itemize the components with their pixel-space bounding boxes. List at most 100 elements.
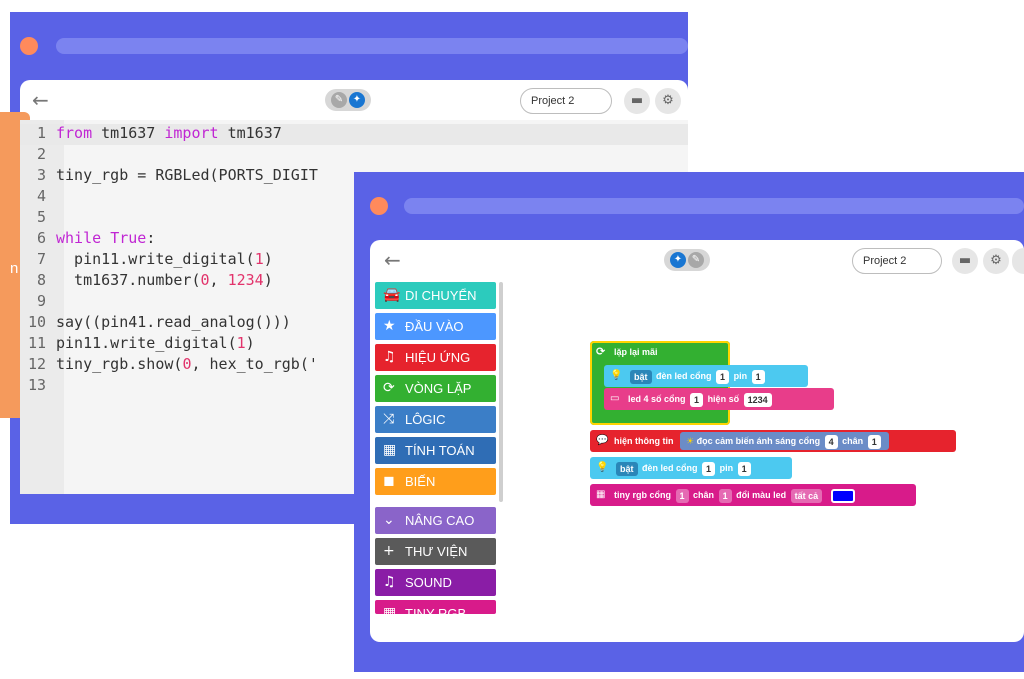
car-icon: 🚘	[383, 287, 401, 303]
led-on-pin-2[interactable]: 1	[737, 461, 751, 476]
line-number: 1	[36, 124, 46, 142]
code-token: pin11.write_digital(	[56, 250, 255, 268]
led-on-port[interactable]: 1	[716, 369, 730, 384]
led4-block[interactable]: ▭ led 4 số cổng 1 hiện số 1234	[604, 388, 834, 410]
category-nâng-cao[interactable]: ⌄ NÂNG CAO	[375, 507, 496, 534]
code-token: tm1637	[218, 124, 282, 142]
tiny-rgb-all[interactable]: tất cả	[790, 488, 823, 503]
code-line[interactable]: 1 from tm1637 import tm1637	[20, 124, 688, 145]
code-token: 1	[236, 334, 246, 352]
code-token: 1234	[227, 271, 264, 289]
code-window-dot	[20, 37, 38, 55]
led-on-pin[interactable]: 1	[751, 369, 765, 384]
blocks-back-icon[interactable]: ←	[384, 248, 401, 272]
category-lôgic[interactable]: ⤨ LÔGIC	[375, 406, 496, 433]
category-label: ĐẦU VÀO	[405, 319, 464, 334]
category-thư-viện[interactable]: + THƯ VIỆN	[375, 538, 496, 565]
back-icon[interactable]: ←	[32, 88, 49, 112]
code-token: , hex_to_rgb('	[191, 355, 318, 373]
line-number: 10	[27, 313, 46, 331]
line-number: 8	[36, 271, 46, 289]
code-token: 0	[200, 271, 210, 289]
category-biến[interactable]: ◼ BIẾN	[375, 468, 496, 495]
code-token: tiny_rgb.show(	[56, 355, 183, 373]
tiny-rgb-change: đổi màu led	[736, 490, 787, 500]
blocks-mode-icon[interactable]: ✦	[349, 92, 365, 108]
code-token: tm1637	[92, 124, 165, 142]
category-label: THƯ VIỆN	[405, 544, 468, 559]
text-mode-inactive-icon[interactable]: ✎	[688, 252, 704, 268]
light-sensor-pin[interactable]: 1	[867, 434, 881, 449]
line-number: 12	[27, 355, 46, 373]
category-label: SOUND	[405, 575, 452, 590]
shuffle-icon: ⤨	[383, 411, 395, 427]
gear-icon[interactable]: ⚙	[655, 88, 681, 114]
led-on-block-2[interactable]: 💡 bật đèn led cổng 1 pin 1	[590, 457, 792, 479]
category-label: TINY RGB	[405, 606, 467, 614]
line-number: 7	[36, 250, 46, 268]
category-label: TÍNH TOÁN	[405, 443, 475, 458]
led4-port[interactable]: 1	[690, 392, 704, 407]
sun-icon: ☀	[686, 437, 695, 447]
show-info-text: hiện thông tin	[614, 436, 674, 446]
mode-toggle[interactable]: ✎ ✦	[325, 89, 371, 111]
show-info-block[interactable]: 💬 hiện thông tin ☀ đọc cảm biến ánh sáng…	[590, 430, 956, 452]
tiny-rgb-pin[interactable]: 1	[718, 488, 732, 503]
category-hiệu-ứng[interactable]: ♫ HIỆU ỨNG	[375, 344, 496, 371]
led4-icon: ▭	[610, 393, 620, 404]
code-token: )	[263, 271, 273, 289]
led-on-port-2[interactable]: 1	[702, 461, 716, 476]
line-number: 13	[27, 376, 46, 394]
text-mode-icon[interactable]: ✎	[331, 92, 347, 108]
project-name-input[interactable]: Project 2	[520, 88, 612, 114]
blocks-mode-toggle[interactable]: ✦ ✎	[664, 249, 710, 271]
line-number: 4	[36, 187, 46, 205]
palette-scrollbar[interactable]	[499, 282, 503, 502]
led4-text: led 4 số cổng	[628, 394, 686, 404]
music-icon: ♫	[383, 574, 396, 590]
category-tính-toán[interactable]: ▦ TÍNH TOÁN	[375, 437, 496, 464]
category-đầu-vào[interactable]: ★ ĐẦU VÀO	[375, 313, 496, 340]
blocks-window-dot	[370, 197, 388, 215]
code-line[interactable]: 2	[20, 145, 688, 166]
led-on-text: đèn led cổng	[656, 371, 712, 381]
category-di-chuyển[interactable]: 🚘 DI CHUYỂN	[375, 282, 496, 309]
code-token: while	[56, 229, 102, 247]
category-label: LÔGIC	[405, 412, 446, 427]
tiny-rgb-port[interactable]: 1	[675, 488, 689, 503]
rgb-icon: ▦	[596, 489, 606, 500]
led-on-block-1[interactable]: 💡 bật đèn led cổng 1 pin 1	[604, 365, 808, 387]
tiny-rgb-pin-label: chân	[693, 490, 715, 500]
category-vòng-lặp[interactable]: ⟳ VÒNG LẶP	[375, 375, 496, 402]
led-on-pin-label-2: pin	[719, 463, 734, 473]
blocks-project-name-input[interactable]: Project 2	[852, 248, 942, 274]
led-on-word-2[interactable]: bật	[616, 461, 638, 476]
code-token: ,	[209, 271, 228, 289]
category-sound[interactable]: ♫ SOUND	[375, 569, 496, 596]
blocks-mode-active-icon[interactable]: ✦	[670, 252, 686, 268]
blocks-folder-icon[interactable]: ▬	[952, 248, 978, 274]
blocks-gear-icon[interactable]: ⚙	[983, 248, 1009, 274]
led-icon: 💡	[610, 370, 623, 381]
tiny-rgb-block[interactable]: ▦ tiny rgb cổng 1 chân 1 đổi màu led tất…	[590, 484, 916, 506]
category-label: VÒNG LẶP	[405, 381, 472, 396]
plus-icon: +	[383, 543, 395, 559]
code-token: pin11.write_digital(	[56, 334, 237, 352]
light-sensor-block[interactable]: ☀ đọc cảm biến ánh sáng cổng 4 chân 1	[680, 432, 889, 450]
led-on-word[interactable]: bật	[630, 369, 652, 384]
blocks-window-address-bar	[404, 198, 1024, 214]
light-sensor-port[interactable]: 4	[824, 434, 838, 449]
led4-value-input[interactable]: 1234	[743, 392, 772, 407]
category-tiny-rgb[interactable]: ▦ TINY RGB	[375, 600, 496, 614]
line-number: 2	[36, 145, 46, 163]
calculator-icon: ▦	[383, 442, 397, 458]
code-token: :	[146, 229, 156, 247]
category-label: DI CHUYỂN	[405, 288, 477, 303]
folder-icon[interactable]: ▬	[624, 88, 650, 114]
code-window-address-bar	[56, 38, 688, 54]
led4-show-label: hiện số	[707, 394, 740, 404]
code-token: tm1637.number(	[56, 271, 201, 289]
led-color-swatch[interactable]	[830, 488, 855, 503]
save-icon: ◼	[383, 473, 395, 489]
